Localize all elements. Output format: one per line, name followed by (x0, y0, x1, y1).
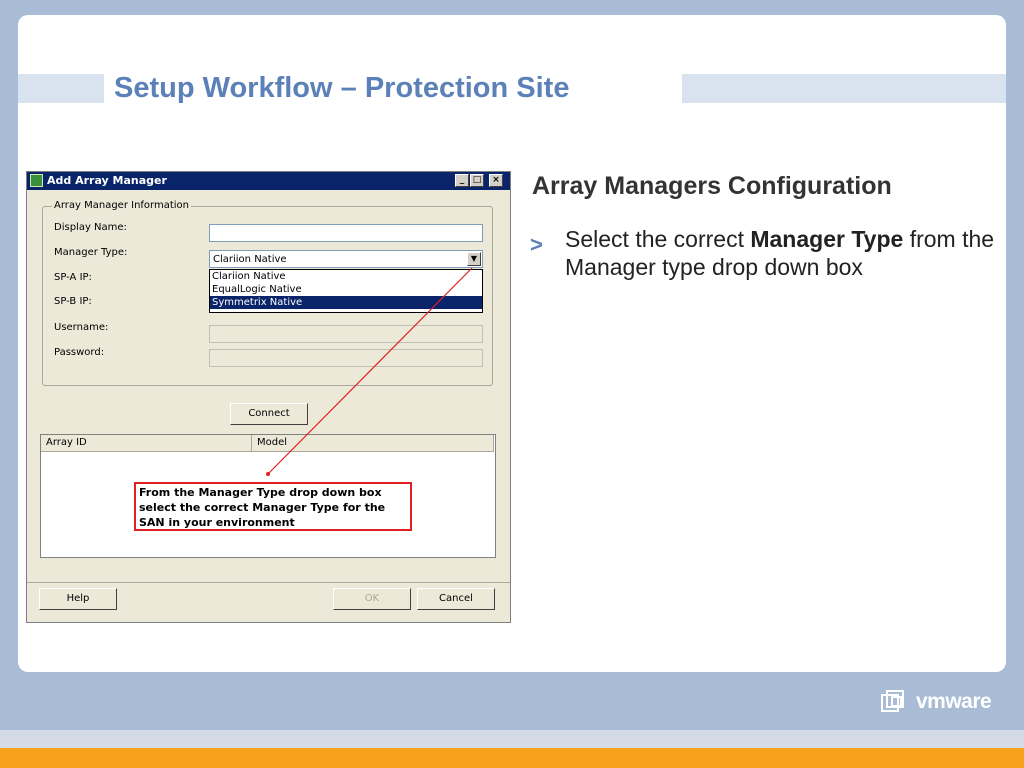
footer-orange-stripe (0, 748, 1024, 768)
bullet-text: Select the correct Manager Type from the… (565, 225, 995, 281)
bullet-prefix: Select the correct (565, 226, 751, 252)
vmware-logo: vmware (880, 688, 992, 716)
bullet-arrow-icon: > (530, 232, 543, 257)
callout-box: From the Manager Type drop down box sele… (134, 482, 412, 531)
vmware-logo-icon (881, 690, 904, 712)
section-heading: Array Managers Configuration (532, 172, 892, 200)
callout-line-end (266, 472, 270, 476)
vmware-logo-text: vmware (916, 690, 992, 713)
callout-line (267, 267, 473, 475)
callout-connector (266, 267, 473, 476)
footer-stripe (0, 730, 1024, 748)
bullet-bold: Manager Type (750, 226, 904, 252)
